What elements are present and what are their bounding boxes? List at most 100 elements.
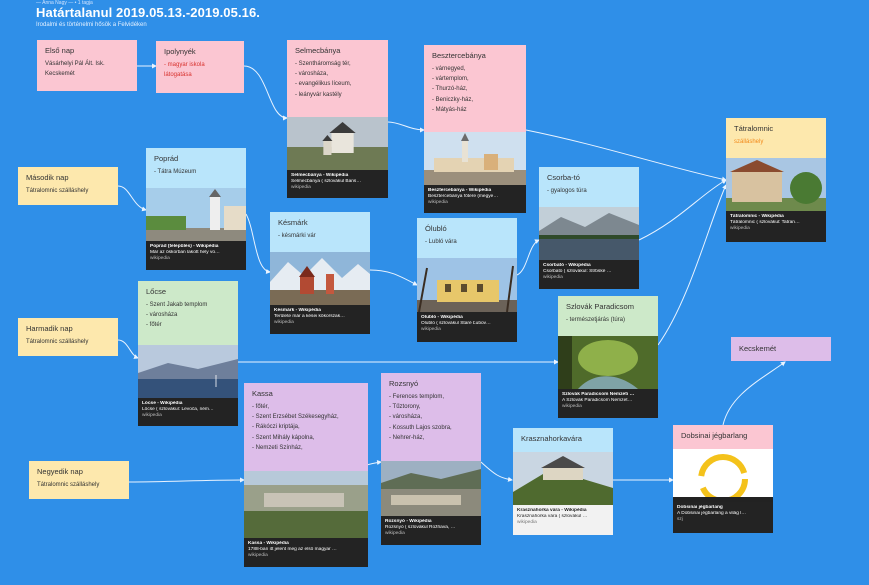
card-line: - evangélikus líceum, xyxy=(295,81,352,88)
card-title: Ólubló xyxy=(425,224,447,233)
card-line: - Mátyás-ház xyxy=(432,106,467,113)
card-line: Tátralomnic szálláshely xyxy=(26,339,89,345)
card-olublo[interactable]: Ólubló - Lubló vára Ólubló - Wikipédia Ó… xyxy=(417,218,517,342)
card-line: - Thurzó-ház, xyxy=(432,86,468,93)
card-line: - természetjárás (túra) xyxy=(566,317,626,323)
card-title: Besztercebánya xyxy=(432,51,486,60)
card-szlovak-paradicsom[interactable]: Szlovák Paradicsom - természetjárás (túr… xyxy=(558,296,658,418)
card-title: Tátralomnic xyxy=(734,124,774,133)
card-line: Kecskemét xyxy=(45,71,75,78)
card-line: - Szent Mihály kápolna, xyxy=(252,434,315,441)
card-line: Tátralomnic szálláshely xyxy=(26,188,89,194)
card-locse[interactable]: Lőcse - Szent Jakab templom - városháza … xyxy=(138,281,238,426)
castle-hill-photo[interactable] xyxy=(513,452,613,505)
card-line: - főtér xyxy=(146,322,162,329)
card-line: - gyalogos túra xyxy=(547,188,587,194)
kassa-aerial-photo[interactable] xyxy=(244,471,368,538)
card-poprad[interactable]: Poprád - Tátra Múzeum Poprád (település)… xyxy=(146,148,246,270)
gorge-photo[interactable] xyxy=(558,336,658,389)
card-line: - Beniczky-ház, xyxy=(432,96,474,103)
card-title: Első nap xyxy=(45,46,75,55)
card-line: - késmárki vár xyxy=(278,233,316,239)
link-preview-caption[interactable]: Szlovák Paradicsom Nemzeti … A Szlovák P… xyxy=(558,389,658,418)
kesmark-photo[interactable] xyxy=(270,252,370,305)
card-line: - Szent Erzsébet Székesegyház, xyxy=(252,414,339,421)
card-line: - városháza, xyxy=(295,71,329,78)
card-besztercebanya[interactable]: Besztercebánya - várnegyed, - vártemplom… xyxy=(424,45,526,213)
card-tatralomnic[interactable]: Tátralomnic szálláshely Tátralomnic - Wi… xyxy=(726,118,826,242)
card-title: Negyedik nap xyxy=(37,467,83,476)
link-preview-caption[interactable]: Csorbató - Wikipédia Csorbató ( szlováku… xyxy=(539,260,639,289)
card-dobsinai-jegbarlang[interactable]: Dobsinai jégbarlang Dobsinai jégbarlang … xyxy=(673,425,773,533)
hotel-photo[interactable] xyxy=(726,158,826,211)
poprad-photo[interactable] xyxy=(146,188,246,241)
link-preview-caption[interactable]: Kassa - Wikipédia 1788-ban itt jelent me… xyxy=(244,538,368,567)
card-line: Tátralomnic szálláshely xyxy=(37,482,100,488)
arrow-dobsinai-kecskemet xyxy=(722,361,786,426)
card-line: - Nehrer-ház, xyxy=(389,434,425,441)
link-preview-caption[interactable]: Selmecbánya - Wikipédia Selmecbánya ( sz… xyxy=(287,170,388,198)
card-kassa[interactable]: Kassa - főtér, - Szent Erzsébet Székeseg… xyxy=(244,383,368,567)
card-line: - Tátra Múzeum xyxy=(154,169,197,175)
card-title: Dobsinai jégbarlang xyxy=(681,431,748,440)
card-title: Csorba-tó xyxy=(547,173,580,182)
card-line: látogatása xyxy=(164,72,192,79)
link-preview-caption[interactable]: Rozsnyó - Wikipédia Rozsnyó ( szlovákul … xyxy=(381,516,481,545)
card-kesmark[interactable]: Késmárk - késmárki vár Késmárk - Wikipéd… xyxy=(270,212,370,334)
card-csorbato[interactable]: Csorba-tó - gyalogos túra Csorbató - Wik… xyxy=(539,167,639,289)
card-negyedik-nap[interactable]: Negyedik nap Tátralomnic szálláshely xyxy=(29,461,129,499)
card-line: - leányvár kastély xyxy=(295,91,342,98)
rozsnyo-photo[interactable] xyxy=(381,461,481,516)
card-title: Kassa xyxy=(252,389,273,398)
card-title: Szlovák Paradicsom xyxy=(566,302,634,311)
locse-photo[interactable] xyxy=(138,345,238,398)
card-title: Krasznahorkavára xyxy=(521,434,582,443)
card-krasznahorkavara[interactable]: Krasznahorkavára Krasznahorka vára - Wik… xyxy=(513,428,613,535)
card-elso-nap[interactable]: Első nap Vásárhelyi Pál Ált. Isk. Kecske… xyxy=(37,40,137,91)
card-line: - Tűztorony, xyxy=(389,404,421,411)
card-line: - Ferences templom, xyxy=(389,394,445,400)
card-title: Késmárk xyxy=(278,218,308,227)
card-line: - városháza xyxy=(146,312,178,319)
arrow-poprad-kesmark xyxy=(245,213,271,274)
olublo-photo[interactable] xyxy=(417,258,517,312)
link-preview-caption[interactable]: Besztercebánya - Wikipédia Besztercebány… xyxy=(424,185,526,213)
card-ipolynyek[interactable]: Ipolynyék - magyar iskola látogatása xyxy=(156,41,244,93)
card-title: Harmadik nap xyxy=(26,324,73,333)
link-preview-caption[interactable]: Tátralomnic - Wikipédia Tátralomnic ( sz… xyxy=(726,211,826,242)
card-line: - Nemzeti Színház, xyxy=(252,444,303,451)
card-line: - Szentháromság tér, xyxy=(295,61,351,67)
card-masodik-nap[interactable]: Második nap Tátralomnic szálláshely xyxy=(18,167,118,205)
card-line: - Kossuth Lajos szobra, xyxy=(389,424,452,431)
card-line: - főtér, xyxy=(252,404,270,410)
card-line: - Lubló vára xyxy=(425,239,457,245)
card-line: - Szent Jakab templom xyxy=(146,302,208,308)
arrow-ipolynyek-selmecbanya xyxy=(243,65,288,121)
card-kecskemet[interactable]: Kecskemét xyxy=(731,337,831,361)
link-preview-caption[interactable]: Lőcse - Wikipédia Lőcse ( szlovákul: Lev… xyxy=(138,398,238,426)
arrow-day4-kassa xyxy=(128,477,245,483)
arrow-csorbato-tatralomnic xyxy=(638,179,727,241)
card-rozsnyo[interactable]: Rozsnyó - Ferences templom, - Tűztorony,… xyxy=(381,373,481,545)
card-harmadik-nap[interactable]: Harmadik nap Tátralomnic szálláshely xyxy=(18,318,118,356)
link-preview-caption[interactable]: Késmárk - Wikipédia Területe már a kései… xyxy=(270,305,370,334)
card-line: - vártemplom, xyxy=(432,76,469,83)
ice-cave-logo-image[interactable] xyxy=(673,449,773,502)
lake-photo[interactable] xyxy=(539,207,639,260)
town-square-photo[interactable] xyxy=(424,132,526,185)
arrow-day2-poprad xyxy=(117,185,147,212)
card-line: szálláshely xyxy=(734,139,764,145)
card-title: Ipolynyék xyxy=(164,47,196,56)
castle-photo[interactable] xyxy=(287,117,388,170)
link-preview-caption[interactable]: Poprád (település) - Wikipédia Már az ős… xyxy=(146,241,246,270)
arrow-szlovakparadicsom-tatralomnic xyxy=(657,184,727,346)
card-title: Második nap xyxy=(26,173,69,182)
link-preview-caption[interactable]: Dobsinai jégbarlang A Dobsinai jégbarlan… xyxy=(673,502,773,533)
arrow-day3-locse xyxy=(117,339,139,359)
card-selmecbanya[interactable]: Selmecbánya - Szentháromság tér, - város… xyxy=(287,40,388,198)
link-preview-caption[interactable]: Ólubló - Wikipédia Ólubló ( szlovákul St… xyxy=(417,312,517,342)
link-preview-caption[interactable]: Krasznahorka vára - Wikipédia Krasznahor… xyxy=(513,505,613,535)
card-title: Rozsnyó xyxy=(389,379,419,388)
card-title: Poprád xyxy=(154,154,179,163)
arrow-rozsnyo-krasznahorka xyxy=(480,461,513,482)
